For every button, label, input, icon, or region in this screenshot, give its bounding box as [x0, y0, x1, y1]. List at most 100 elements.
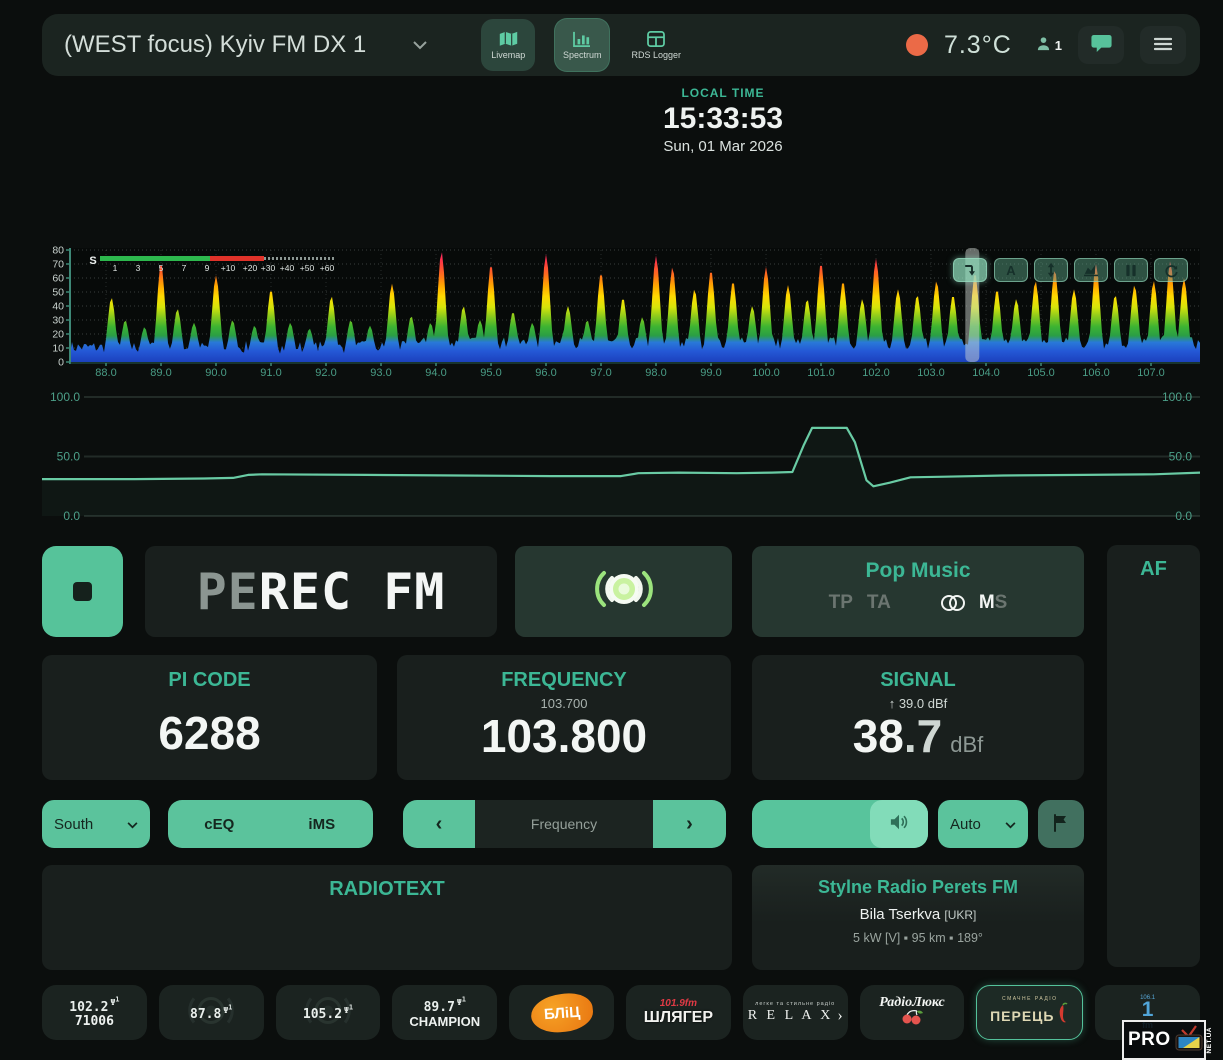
radiotext-panel: RADIOTEXT — [42, 865, 732, 970]
signal-history-chart: 100.0100.050.050.00.00.0 — [42, 388, 1200, 528]
ceq-toggle[interactable]: cEQ — [168, 816, 271, 833]
antenna-icon: Ψ1 — [344, 1006, 353, 1015]
ukraine-flag-icon — [376, 36, 403, 55]
clock-label: LOCAL TIME — [663, 86, 783, 100]
radiotext-title: RADIOTEXT — [329, 878, 445, 901]
top-bar: (WEST focus) Kyiv FM DX 1 Livemap Spectr… — [42, 14, 1200, 76]
volume-slider[interactable] — [752, 800, 928, 848]
svg-text:+40: +40 — [280, 263, 295, 273]
preset-1[interactable]: 102.2Ψ171006 — [42, 985, 147, 1040]
blitz-logo: БЛіЦ — [529, 990, 595, 1034]
preset-4[interactable]: 89.7Ψ1CHAMPION — [392, 985, 497, 1040]
station-info-panel[interactable]: Stylne Radio Perets FM Bila Tserkva [UKR… — [752, 865, 1084, 970]
station-name: Stylne Radio Perets FM — [818, 877, 1018, 898]
svg-text:0.0: 0.0 — [1175, 509, 1192, 523]
nav-buttons: Livemap Spectrum RDS Logger — [481, 19, 683, 71]
local-clock: LOCAL TIME 15:33:53 Sun, 01 Mar 2026 — [663, 86, 783, 155]
frequency-title: FREQUENCY — [501, 669, 627, 692]
frequency-input[interactable] — [475, 800, 653, 848]
mode-select[interactable]: Auto — [938, 800, 1028, 848]
protv-watermark: PRO NET.UA — [1122, 1020, 1206, 1060]
svg-text:97.0: 97.0 — [590, 367, 611, 379]
antenna-icon: Ψ1 — [457, 998, 466, 1007]
pty-flags-panel: Pop Music TP TA M S — [752, 546, 1084, 637]
weather-dot-icon — [906, 34, 928, 56]
preset-3[interactable]: 105.2Ψ1 — [276, 985, 381, 1040]
pepper-icon — [1057, 1002, 1069, 1029]
speech-flag: S — [995, 592, 1008, 614]
svg-text:20: 20 — [52, 329, 64, 341]
chevron-down-icon[interactable] — [413, 41, 427, 50]
svg-text:0.0: 0.0 — [63, 509, 80, 523]
tv-icon — [1173, 1024, 1205, 1057]
svg-text:+20: +20 — [243, 263, 258, 273]
stereo-pulse-icon — [576, 563, 672, 620]
svg-text:50: 50 — [52, 287, 64, 299]
preset-6[interactable]: 101.9fmШЛЯГЕР — [626, 985, 731, 1040]
preset-bar: 102.2Ψ17100687.8Ψ1105.2Ψ189.7Ψ1CHAMPION Б… — [42, 985, 1200, 1040]
antenna-select[interactable]: South — [42, 800, 150, 848]
frequency-panel[interactable]: FREQUENCY 103.700 103.800 — [397, 655, 731, 780]
svg-text:100.0: 100.0 — [1162, 390, 1192, 404]
preset-9[interactable]: СМАЧНЕ РАДІОПЕРЕЦЬ — [976, 985, 1083, 1040]
livemap-button[interactable]: Livemap — [481, 19, 535, 71]
report-flag-button[interactable] — [1038, 800, 1084, 848]
signal-unit: dBf — [950, 732, 983, 758]
svg-text:50.0: 50.0 — [57, 450, 81, 464]
svg-text:107.0: 107.0 — [1137, 367, 1165, 379]
signal-value-dec: .7 — [904, 711, 942, 762]
scroll-to-tuned-button[interactable] — [953, 258, 987, 282]
chart-icon — [573, 31, 591, 47]
preset-2[interactable]: 87.8Ψ1 — [159, 985, 264, 1040]
eq-ims-group: cEQ iMS — [168, 800, 373, 848]
rds-logger-button[interactable]: RDS Logger — [629, 19, 683, 71]
antenna-icon: Ψ1 — [223, 1006, 232, 1015]
signal-title: SIGNAL — [880, 669, 956, 692]
preset-8[interactable]: РадіоЛюкс — [860, 985, 965, 1040]
tp-flag: TP — [829, 592, 853, 614]
svg-text:92.0: 92.0 — [315, 367, 336, 379]
svg-text:10: 10 — [52, 343, 64, 355]
volume-slider-thumb[interactable] — [870, 800, 928, 848]
refresh-button[interactable] — [1154, 258, 1188, 282]
topbar-right: 7.3°C 1 — [906, 26, 1186, 64]
station-city: Bila Tserkva [UKR] — [860, 906, 977, 923]
preset-5[interactable]: БЛіЦ — [509, 985, 614, 1040]
chat-button[interactable] — [1078, 26, 1124, 64]
svg-text:98.0: 98.0 — [645, 367, 666, 379]
autoscale-button[interactable] — [1034, 258, 1068, 282]
svg-text:50.0: 50.0 — [1169, 450, 1193, 464]
svg-text:91.0: 91.0 — [260, 367, 281, 379]
svg-text:103.0: 103.0 — [917, 367, 945, 379]
svg-text:94.0: 94.0 — [425, 367, 446, 379]
svg-text:+30: +30 — [261, 263, 276, 273]
ims-toggle[interactable]: iMS — [271, 816, 374, 833]
ps-display: PEREC FM — [145, 546, 497, 637]
spectrum-button[interactable]: Spectrum — [555, 19, 609, 71]
stereo-flag-icon — [939, 594, 967, 612]
menu-button[interactable] — [1140, 26, 1186, 64]
svg-text:105.0: 105.0 — [1027, 367, 1055, 379]
preset-7[interactable]: легке та стильне радіоR E L A X› — [743, 985, 848, 1040]
svg-text:0: 0 — [58, 357, 64, 369]
tune-up-button[interactable]: › — [653, 800, 726, 848]
svg-text:7: 7 — [182, 263, 187, 273]
svg-text:89.0: 89.0 — [150, 367, 171, 379]
speaker-icon — [889, 813, 909, 836]
tune-down-button[interactable]: ‹ — [403, 800, 475, 848]
cherries-icon — [899, 1009, 925, 1030]
music-flag: M — [979, 592, 995, 614]
graph-style-button[interactable] — [1074, 258, 1108, 282]
svg-text:96.0: 96.0 — [535, 367, 556, 379]
pi-code-panel: PI CODE 6288 — [42, 655, 377, 780]
svg-text:+60: +60 — [320, 263, 335, 273]
chevron-down-icon — [1005, 816, 1016, 833]
auto-mode-button[interactable]: A — [994, 258, 1028, 282]
listener-count: 1 — [1036, 36, 1062, 54]
svg-text:+50: +50 — [300, 263, 315, 273]
pause-button[interactable] — [1114, 258, 1148, 282]
ps-dim-segment: PE — [197, 563, 259, 621]
server-title[interactable]: (WEST focus) Kyiv FM DX 1 — [64, 31, 366, 59]
play-stop-button[interactable] — [42, 546, 123, 637]
svg-text:104.0: 104.0 — [972, 367, 1000, 379]
